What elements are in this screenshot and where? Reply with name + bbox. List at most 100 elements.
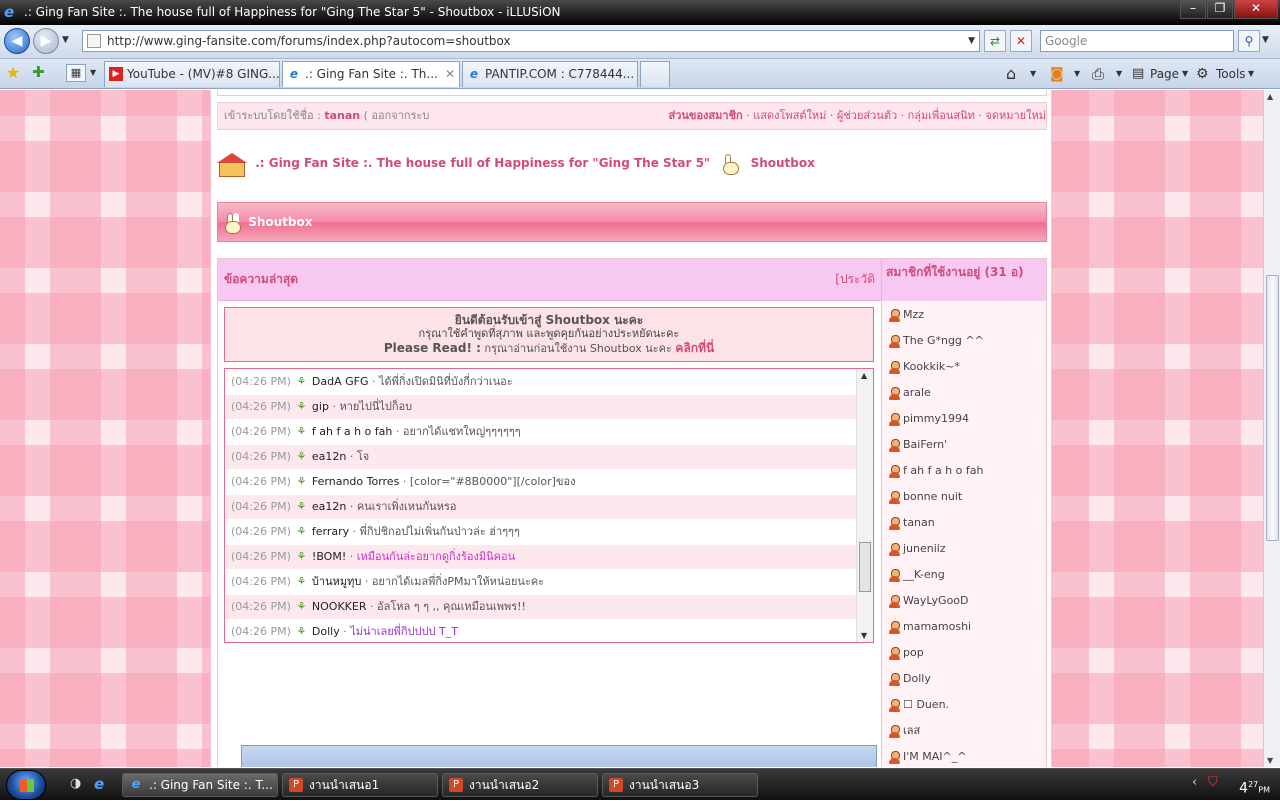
- welcome-box: ยินดีต้อนรับเข้าสู่ Shoutbox นะคะ กรุณาใ…: [224, 307, 874, 362]
- add-favorites-icon[interactable]: ✚: [32, 63, 45, 81]
- feeds-dropdown-icon[interactable]: ▼: [1074, 63, 1080, 85]
- breadcrumb-site-link[interactable]: .: Ging Fan Site :. The house full of Ha…: [255, 156, 710, 170]
- online-user[interactable]: Mzz: [888, 305, 924, 325]
- message-user[interactable]: gip: [312, 400, 329, 413]
- scroll-down-icon[interactable]: ▼: [861, 631, 867, 640]
- message-scrollbar[interactable]: ▲ ▼: [856, 369, 873, 642]
- gear-icon[interactable]: ⚙: [1196, 63, 1209, 85]
- forward-button[interactable]: ▶: [33, 28, 59, 54]
- ie-quicklaunch-icon[interactable]: e: [94, 775, 104, 793]
- search-options-icon[interactable]: ▼: [1262, 35, 1269, 45]
- online-user[interactable]: WayLyGooD: [888, 591, 969, 611]
- taskbar-item[interactable]: P งานนำเสนอ3: [602, 773, 758, 797]
- online-user[interactable]: ☐ Duen.: [888, 695, 949, 715]
- message-user[interactable]: !BOM!: [312, 550, 346, 563]
- message-user[interactable]: NOOKKER: [312, 600, 367, 613]
- tab-close-icon[interactable]: ✕: [445, 62, 455, 86]
- tab-list-dropdown-icon[interactable]: ▼: [90, 68, 96, 77]
- tab-youtube[interactable]: ▶ YouTube - (MV)#8 GING...: [104, 61, 280, 87]
- online-user[interactable]: arale: [888, 383, 931, 403]
- message-user[interactable]: บ้านหมูทุบ: [312, 575, 361, 588]
- message-user[interactable]: f ah f a h o fah: [312, 425, 392, 438]
- message-user[interactable]: Dolly: [312, 625, 340, 638]
- username-link[interactable]: tanan: [324, 109, 360, 122]
- leaf-icon: ⚘: [296, 600, 307, 613]
- online-user[interactable]: pop: [888, 643, 924, 663]
- online-user[interactable]: I'M MAI^_^: [888, 747, 966, 767]
- breadcrumb-shoutbox-link[interactable]: Shoutbox: [751, 156, 815, 170]
- home-dropdown-icon[interactable]: ▼: [1030, 63, 1036, 85]
- close-button[interactable]: ✕: [1234, 0, 1278, 19]
- url-input[interactable]: http://www.ging-fansite.com/forums/index…: [82, 30, 980, 52]
- page-menu-icon[interactable]: ▤: [1132, 63, 1144, 85]
- security-shield-icon[interactable]: ⛉: [1208, 775, 1218, 790]
- search-icon[interactable]: ⚲: [1238, 30, 1260, 52]
- history-dropdown-icon[interactable]: ▼: [62, 35, 69, 45]
- online-user[interactable]: The G*ngg ^^: [888, 331, 984, 351]
- page-dropdown-icon[interactable]: ▼: [1182, 63, 1188, 85]
- system-clock[interactable]: 427PM: [1239, 775, 1270, 801]
- tab-pantip[interactable]: e PANTIP.COM : C778444...: [462, 61, 638, 87]
- taskbar-item[interactable]: e .: Ging Fan Site :. T...: [122, 773, 278, 797]
- quick-tabs-icon[interactable]: ▦: [66, 64, 86, 82]
- refresh-icon[interactable]: ⇄: [984, 30, 1006, 52]
- print-icon[interactable]: ⎙: [1092, 63, 1104, 85]
- online-user[interactable]: juneniiz: [888, 539, 946, 559]
- message-separator: ·: [339, 625, 351, 638]
- message-user[interactable]: ea12n: [312, 450, 346, 463]
- url-dropdown-icon[interactable]: ▼: [968, 31, 975, 51]
- maximize-button[interactable]: ❐: [1207, 0, 1233, 19]
- clock-hour: 4: [1239, 780, 1249, 797]
- online-user[interactable]: mamamoshi: [888, 617, 971, 637]
- member-nav-links[interactable]: · แสดงโพสต์ใหม่ · ผู้ช่วยส่วนตัว · กลุ่ม…: [746, 109, 1046, 122]
- taskbar-item[interactable]: P งานนำเสนอ1: [282, 773, 438, 797]
- online-user[interactable]: Kookkik~*: [888, 357, 960, 377]
- online-user[interactable]: f ah f a h o fah: [888, 461, 983, 481]
- message-list: (04:26 PM) ⚘ DadA GFG · ได้พี่กิ่งเปิดมิ…: [224, 368, 874, 643]
- home-house-icon[interactable]: [217, 152, 247, 177]
- message-user[interactable]: DadA GFG: [312, 375, 369, 388]
- message-user[interactable]: ferrary: [312, 525, 349, 538]
- online-user[interactable]: bonne nuit: [888, 487, 962, 507]
- minimize-button[interactable]: –: [1180, 0, 1206, 19]
- scrollbar-thumb[interactable]: [1266, 275, 1279, 541]
- online-user[interactable]: tanan: [888, 513, 935, 533]
- tab-ging-fan-site[interactable]: e .: Ging Fan Site :. Th... ✕: [282, 61, 460, 87]
- page-menu-button[interactable]: Page: [1150, 63, 1179, 85]
- chat-message-row: (04:26 PM) ⚘ DadA GFG · ได้พี่กิ่งเปิดมิ…: [226, 370, 856, 394]
- tab-label: PANTIP.COM : C778444...: [485, 67, 635, 81]
- scroll-up-icon[interactable]: ▲: [1267, 92, 1273, 101]
- history-link[interactable]: [ประวัติ: [835, 259, 875, 299]
- switch-windows-icon[interactable]: ◑: [70, 776, 81, 791]
- member-area-link[interactable]: ส่วนของสมาชิก: [669, 109, 743, 122]
- search-input[interactable]: Google: [1040, 30, 1234, 52]
- scroll-down-icon[interactable]: ▼: [1267, 756, 1273, 765]
- powerpoint-icon: P: [609, 778, 623, 792]
- tray-expand-icon[interactable]: ‹: [1192, 775, 1197, 790]
- page-scrollbar[interactable]: ▲ ▼: [1263, 90, 1280, 767]
- online-user[interactable]: __K-eng: [888, 565, 945, 585]
- message-user[interactable]: ea12n: [312, 500, 346, 513]
- message-scroll-thumb[interactable]: [859, 542, 871, 592]
- online-user[interactable]: pimmy1994: [888, 409, 969, 429]
- message-user[interactable]: Fernando Torres: [312, 475, 399, 488]
- online-user[interactable]: Dolly: [888, 669, 931, 689]
- feeds-icon[interactable]: ◙: [1050, 63, 1064, 85]
- shoutbox-header: Shoutbox: [217, 202, 1047, 242]
- print-dropdown-icon[interactable]: ▼: [1116, 63, 1122, 85]
- back-button[interactable]: ◀: [4, 28, 30, 54]
- scroll-up-icon[interactable]: ▲: [861, 371, 867, 380]
- online-user[interactable]: เลส: [888, 721, 920, 741]
- tools-menu-button[interactable]: Tools: [1216, 63, 1246, 85]
- new-tab-button[interactable]: [640, 61, 670, 87]
- message-editor-toolbar[interactable]: [241, 745, 877, 767]
- home-icon[interactable]: ⌂: [1006, 63, 1016, 85]
- click-here-link[interactable]: คลิกที่นี่: [675, 341, 714, 355]
- stop-icon[interactable]: ✕: [1010, 30, 1032, 52]
- favorites-star-icon[interactable]: ★: [6, 63, 20, 82]
- logout-link[interactable]: ( ออกจากระบ: [364, 109, 430, 122]
- tools-dropdown-icon[interactable]: ▼: [1248, 63, 1254, 85]
- online-user[interactable]: BaiFern': [888, 435, 947, 455]
- start-button[interactable]: [6, 770, 46, 800]
- taskbar-item[interactable]: P งานนำเสนอ2: [442, 773, 598, 797]
